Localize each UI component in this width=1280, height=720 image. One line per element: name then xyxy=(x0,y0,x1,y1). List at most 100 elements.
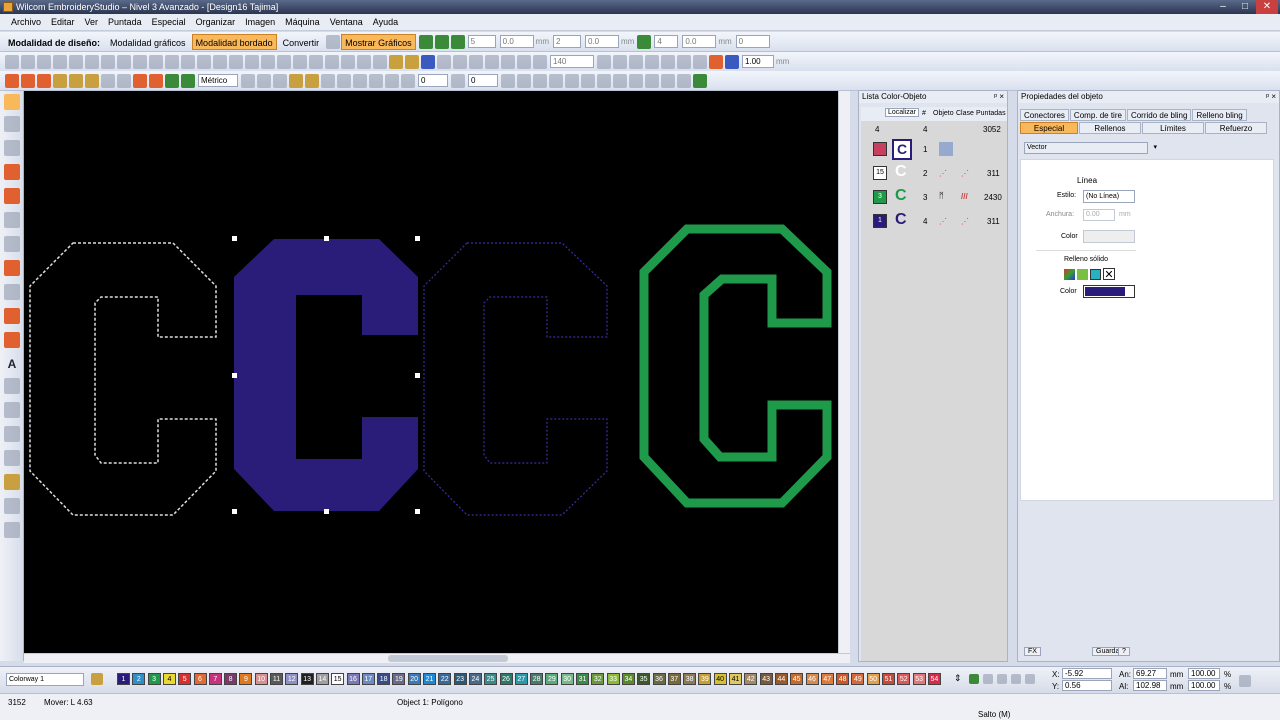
color-swatch[interactable]: 19 xyxy=(392,673,406,685)
stitch-type-3-icon[interactable] xyxy=(37,54,51,69)
color-swatch[interactable]: 29 xyxy=(545,673,559,685)
arrange-7-icon[interactable] xyxy=(629,73,643,88)
vertical-scrollbar[interactable] xyxy=(838,91,850,653)
globe-icon[interactable] xyxy=(326,34,341,49)
table-2-icon[interactable] xyxy=(117,73,131,88)
color-swatch[interactable]: 40 xyxy=(713,673,727,685)
stitch-type-23-icon[interactable] xyxy=(357,54,371,69)
stitch-type-12-icon[interactable] xyxy=(181,54,195,69)
align-9-icon[interactable] xyxy=(369,73,383,88)
stitch-type-10-icon[interactable] xyxy=(149,54,163,69)
tab-bling-run[interactable]: Corrido de bling xyxy=(1126,109,1192,121)
color-swatch[interactable]: 50 xyxy=(866,673,880,685)
color-swatch[interactable]: 21 xyxy=(423,673,436,685)
color-swatch[interactable]: 54 xyxy=(927,673,941,685)
circle-icon[interactable] xyxy=(165,73,179,88)
stitch-type-22-icon[interactable] xyxy=(341,54,355,69)
color-swatch[interactable]: 15 xyxy=(331,673,345,685)
shape-2-icon[interactable] xyxy=(69,73,83,88)
color-swatch[interactable]: 43 xyxy=(759,673,773,685)
stitch-type-6-icon[interactable] xyxy=(85,54,99,69)
color-swatch[interactable]: 45 xyxy=(790,673,804,685)
arrange-5-icon[interactable] xyxy=(597,73,611,88)
view-3-icon[interactable] xyxy=(661,54,675,69)
align-8-icon[interactable] xyxy=(353,73,367,88)
menu-ver[interactable]: Ver xyxy=(85,17,99,27)
arrange-6-icon[interactable] xyxy=(613,73,627,88)
color-swatch[interactable]: 17 xyxy=(361,673,375,685)
line-color-picker[interactable] xyxy=(1083,230,1135,243)
offset2-field[interactable]: 0.0 xyxy=(584,35,619,48)
shape-3-icon[interactable] xyxy=(85,73,99,88)
letter-c-solid-purple[interactable] xyxy=(234,239,418,511)
list-item[interactable]: 15 C 2 ⋰ ⋰ 311 xyxy=(861,163,1007,185)
fill-color-picker[interactable] xyxy=(1083,285,1135,298)
embroidery-mode-button[interactable]: Modalidad bordado xyxy=(191,33,277,50)
color-swatch[interactable]: 36 xyxy=(652,673,666,685)
menu-ventana[interactable]: Ventana xyxy=(330,17,363,27)
digitize-3-icon[interactable] xyxy=(37,73,51,88)
color-swatch[interactable]: 44 xyxy=(774,673,788,685)
outline-icon[interactable] xyxy=(450,34,465,49)
width-field[interactable]: 0.00 xyxy=(1083,209,1115,221)
arrange-icon[interactable] xyxy=(533,73,547,88)
arrange-8-icon[interactable] xyxy=(645,73,659,88)
maximize-button[interactable]: □ xyxy=(1234,0,1256,14)
node-tool-icon[interactable] xyxy=(4,284,20,300)
tab-underlay[interactable]: Refuerzo xyxy=(1205,122,1267,134)
color-swatch[interactable]: 52 xyxy=(897,673,911,685)
color-swatch[interactable]: 1 xyxy=(117,673,130,685)
reshape-tool-icon[interactable] xyxy=(4,116,20,132)
fx-button[interactable]: FX xyxy=(1024,647,1041,656)
list-item[interactable]: 1 C 4 ⋰ ⋰ 311 xyxy=(861,211,1007,233)
color-swatch[interactable]: 27 xyxy=(514,673,528,685)
knife-tool-icon[interactable] xyxy=(4,402,20,418)
color-swatch[interactable]: 7 xyxy=(208,673,222,685)
fill-tool-icon[interactable] xyxy=(4,212,20,228)
undo-icon[interactable] xyxy=(501,54,515,69)
stitch-type-20-icon[interactable] xyxy=(309,54,323,69)
color-swatch[interactable]: 38 xyxy=(683,673,697,685)
locate-button[interactable]: Localizar xyxy=(885,108,920,117)
color-swatch[interactable]: 46 xyxy=(805,673,819,685)
arc-tool-icon[interactable] xyxy=(4,332,20,348)
scroll-thumb[interactable] xyxy=(388,655,508,662)
arrange-4-icon[interactable] xyxy=(581,73,595,88)
paste-icon[interactable] xyxy=(485,54,499,69)
digitize-icon[interactable] xyxy=(5,73,19,88)
move-icon[interactable] xyxy=(637,34,652,49)
arrange-11-icon[interactable] xyxy=(693,73,707,88)
copy-icon[interactable] xyxy=(469,54,483,69)
color-swatch[interactable]: 32 xyxy=(591,673,605,685)
stitch-type-18-icon[interactable] xyxy=(277,54,291,69)
color-swatch[interactable]: 49 xyxy=(851,673,865,685)
spacing-field[interactable]: 5 xyxy=(467,35,496,48)
palette-scroll-icon[interactable]: ⇕ xyxy=(954,673,962,684)
stitch-type-14-icon[interactable] xyxy=(213,54,227,69)
grid-icon[interactable] xyxy=(418,34,433,49)
open-icon[interactable] xyxy=(405,54,419,69)
palette-icon[interactable] xyxy=(91,673,103,685)
menu-puntada[interactable]: Puntada xyxy=(108,17,142,27)
color-tools-3-icon[interactable] xyxy=(1025,674,1035,684)
stitch-type-24-icon[interactable] xyxy=(373,54,387,69)
stitch-type-11-icon[interactable] xyxy=(165,54,179,69)
monogram-tool-icon[interactable] xyxy=(4,378,20,394)
type-select[interactable]: Vector ▾ xyxy=(1024,142,1157,154)
color-swatch[interactable]: 34 xyxy=(621,673,635,685)
stitch-tool-icon[interactable] xyxy=(4,164,20,180)
applique-2-icon[interactable] xyxy=(149,73,163,88)
steps-field[interactable]: 4 xyxy=(654,35,679,48)
menu-imagen[interactable]: Imagen xyxy=(245,17,275,27)
align-icon[interactable] xyxy=(241,73,255,88)
stitch-type-21-icon[interactable] xyxy=(325,54,339,69)
align-4-icon[interactable] xyxy=(289,73,303,88)
add-color-icon[interactable] xyxy=(969,674,979,684)
color-icon[interactable] xyxy=(709,54,723,69)
count-field[interactable]: 2 xyxy=(552,35,581,48)
color-swatch[interactable]: 10 xyxy=(254,673,268,685)
pattern-tool-icon[interactable] xyxy=(4,260,20,276)
pattern-fill-icon[interactable] xyxy=(1077,269,1088,280)
help-button[interactable]: ? xyxy=(1118,647,1130,656)
tab-connectors[interactable]: Conectores xyxy=(1020,109,1069,121)
